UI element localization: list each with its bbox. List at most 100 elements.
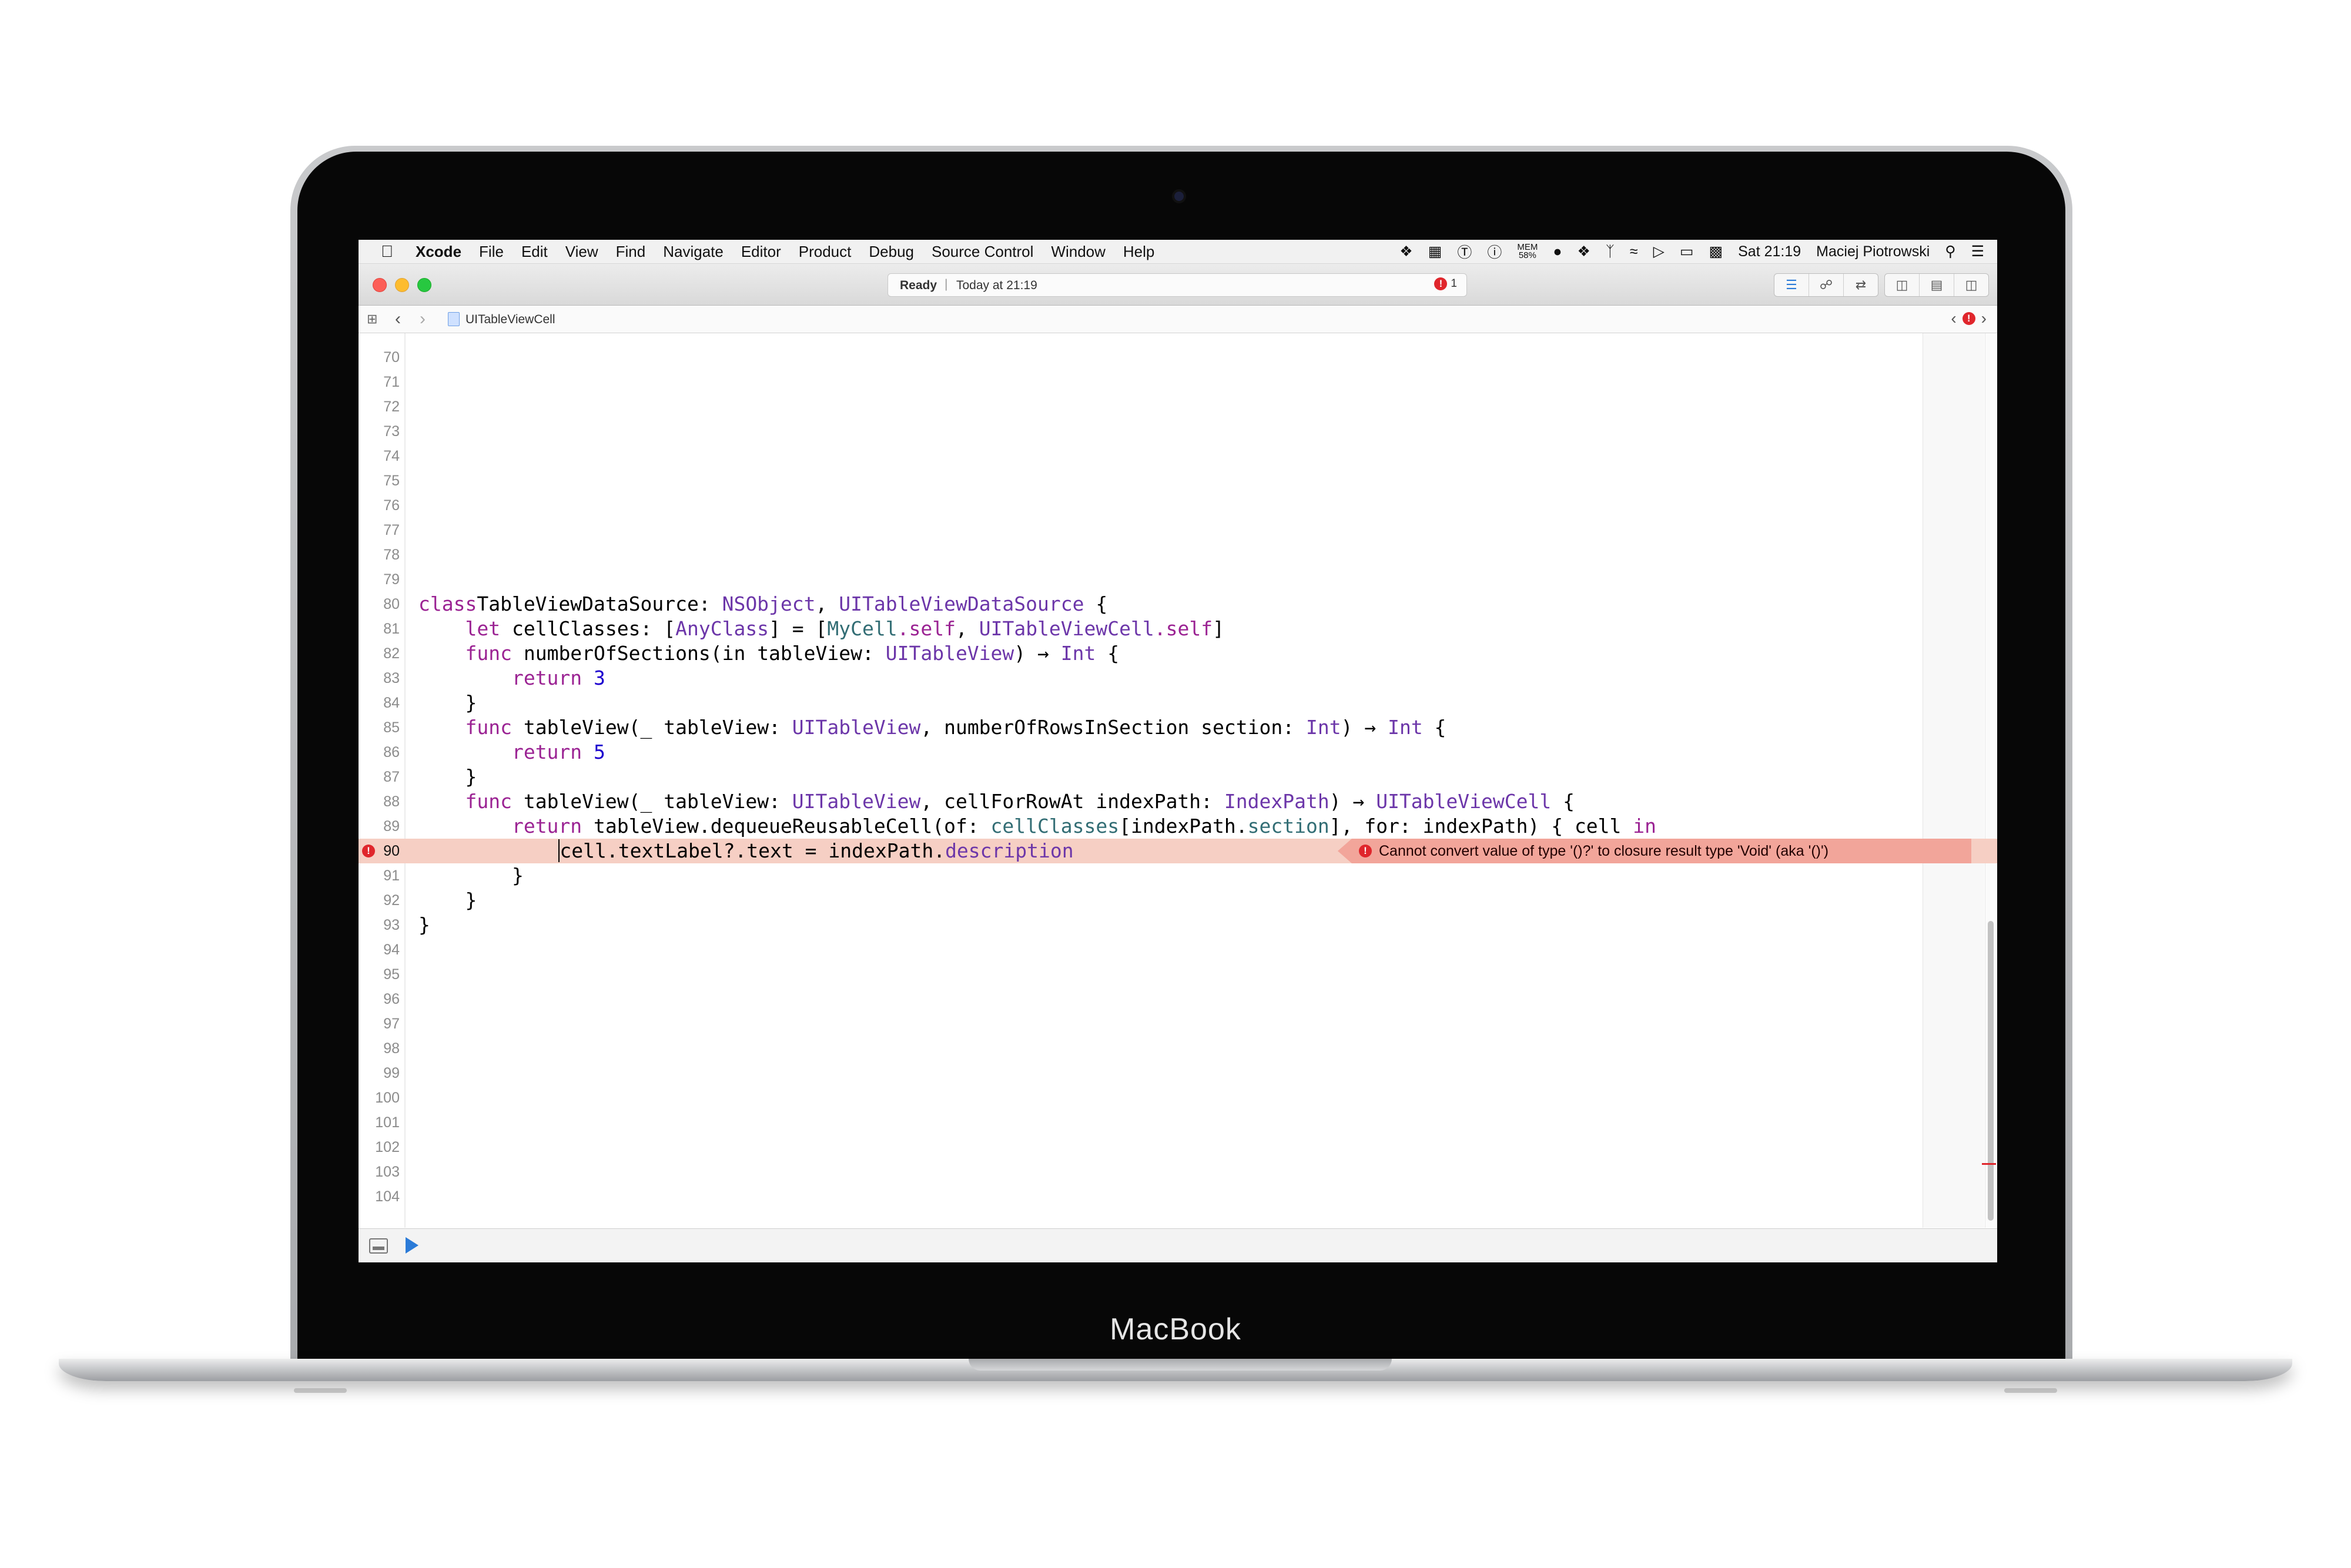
line-number[interactable]: 82: [359, 641, 400, 666]
code-line[interactable]: 104: [359, 1184, 1997, 1209]
volume-icon[interactable]: ▷: [1653, 243, 1665, 260]
display-icon[interactable]: ▩: [1709, 243, 1723, 260]
line-number[interactable]: 104: [359, 1184, 400, 1209]
code-line[interactable]: 88 func tableView(_ tableView: UITableVi…: [359, 789, 1997, 814]
line-number[interactable]: 86: [359, 740, 400, 765]
version-editor-icon[interactable]: ⇄: [1844, 274, 1878, 296]
line-number[interactable]: 75: [359, 468, 400, 493]
code-text[interactable]: }: [418, 691, 477, 715]
line-number[interactable]: 80: [359, 592, 400, 617]
forward-icon[interactable]: ›: [420, 309, 426, 329]
line-number[interactable]: 95: [359, 962, 400, 987]
line-number[interactable]: 78: [359, 542, 400, 567]
code-line[interactable]: 83 return 3: [359, 666, 1997, 691]
menu-source-control[interactable]: Source Control: [932, 243, 1033, 261]
breadcrumb-file[interactable]: UITableViewCell: [465, 313, 555, 327]
code-text[interactable]: return 5: [418, 740, 605, 765]
previous-issue-icon[interactable]: ‹: [1951, 309, 1956, 328]
code-line[interactable]: 77: [359, 518, 1997, 542]
code-line[interactable]: 80 classTableViewDataSource: NSObject, UI…: [359, 592, 1997, 617]
line-number[interactable]: 89: [359, 814, 400, 839]
back-icon[interactable]: ‹: [395, 309, 401, 329]
line-number[interactable]: 99: [359, 1061, 400, 1085]
line-number[interactable]: 84: [359, 691, 400, 715]
related-items-icon[interactable]: ⊞: [367, 311, 377, 327]
line-number[interactable]: 102: [359, 1135, 400, 1160]
menu-edit[interactable]: Edit: [521, 243, 548, 261]
info-icon[interactable]: ⓘ: [1487, 241, 1502, 262]
code-line[interactable]: 97: [359, 1011, 1997, 1036]
code-line[interactable]: 98: [359, 1036, 1997, 1061]
code-line[interactable]: 96: [359, 987, 1997, 1011]
line-number[interactable]: 103: [359, 1160, 400, 1184]
debug-area-toggle-icon[interactable]: ▤: [1920, 274, 1954, 296]
assistant-editor-icon[interactable]: ☍: [1809, 274, 1844, 296]
bluetooth-icon[interactable]: ᛉ: [1606, 243, 1615, 260]
line-number[interactable]: 77: [359, 518, 400, 542]
line-number[interactable]: 74: [359, 444, 400, 468]
dollar-icon[interactable]: Ⓣ: [1457, 241, 1472, 262]
line-number[interactable]: 79: [359, 567, 400, 592]
wifi-icon[interactable]: ≈: [1630, 243, 1638, 260]
code-line[interactable]: 84 }: [359, 691, 1997, 715]
code-line[interactable]: 79: [359, 567, 1997, 592]
error-icon[interactable]: !: [362, 845, 375, 857]
code-line[interactable]: 72: [359, 394, 1997, 419]
menu-app-xcode[interactable]: Xcode: [416, 243, 461, 261]
dropbox-icon[interactable]: ❖: [1399, 243, 1412, 260]
line-number[interactable]: 93: [359, 913, 400, 937]
line-number[interactable]: 94: [359, 937, 400, 962]
line-number[interactable]: 72: [359, 394, 400, 419]
code-line[interactable]: 90! cell.textLabel?.text = indexPath.des…: [359, 839, 1997, 863]
grid-app-icon[interactable]: ▦: [1428, 243, 1442, 260]
menu-window[interactable]: Window: [1051, 243, 1105, 261]
line-number[interactable]: 92: [359, 888, 400, 913]
debug-area-icon[interactable]: [369, 1238, 388, 1254]
user-name[interactable]: Maciej Piotrowski: [1816, 243, 1930, 260]
code-line[interactable]: 93}: [359, 913, 1997, 937]
code-line[interactable]: 86 return 5: [359, 740, 1997, 765]
menu-product[interactable]: Product: [799, 243, 852, 261]
line-number[interactable]: 85: [359, 715, 400, 740]
battery-icon[interactable]: ▭: [1680, 243, 1694, 260]
menu-file[interactable]: File: [479, 243, 504, 261]
search-icon[interactable]: ⚲: [1945, 243, 1955, 260]
run-icon[interactable]: [406, 1237, 418, 1254]
code-line[interactable]: 82 func numberOfSections(in tableView: U…: [359, 641, 1997, 666]
clock[interactable]: Sat 21:19: [1738, 243, 1801, 260]
line-number[interactable]: 70: [359, 345, 400, 370]
line-number[interactable]: 88: [359, 789, 400, 814]
code-line[interactable]: 70: [359, 345, 1997, 370]
code-line[interactable]: 85 func tableView(_ tableView: UITableVi…: [359, 715, 1997, 740]
line-number[interactable]: 76: [359, 493, 400, 518]
code-line[interactable]: 100: [359, 1085, 1997, 1110]
code-line[interactable]: 73: [359, 419, 1997, 444]
code-line[interactable]: 87 }: [359, 765, 1997, 789]
menu-view[interactable]: View: [565, 243, 598, 261]
menu-debug[interactable]: Debug: [869, 243, 914, 261]
inline-error-message[interactable]: ! Cannot convert value of type '()?' to c…: [1338, 839, 1971, 863]
code-text[interactable]: }: [418, 913, 430, 937]
code-line[interactable]: 102: [359, 1135, 1997, 1160]
code-text[interactable]: }: [418, 888, 477, 913]
close-button[interactable]: [373, 278, 387, 292]
error-icon[interactable]: !: [1962, 312, 1975, 325]
menu-navigate[interactable]: Navigate: [663, 243, 724, 261]
code-text[interactable]: let cellClasses: [AnyClass] = [MyCell.se…: [418, 617, 1224, 641]
menu-find[interactable]: Find: [616, 243, 646, 261]
menu-help[interactable]: Help: [1123, 243, 1154, 261]
memory-monitor[interactable]: MEM 58%: [1517, 243, 1538, 260]
code-text[interactable]: }: [418, 863, 524, 888]
line-number[interactable]: 100: [359, 1085, 400, 1110]
line-number[interactable]: 91: [359, 863, 400, 888]
standard-editor-icon[interactable]: ☰: [1774, 274, 1809, 296]
code-line[interactable]: 81 let cellClasses: [AnyClass] = [MyCell…: [359, 617, 1997, 641]
line-number[interactable]: 96: [359, 987, 400, 1011]
code-line[interactable]: 78: [359, 542, 1997, 567]
code-text[interactable]: func tableView(_ tableView: UITableView,…: [418, 789, 1574, 814]
moon-icon[interactable]: ●: [1553, 243, 1562, 260]
code-line[interactable]: 76: [359, 493, 1997, 518]
source-editor[interactable]: 70 71 72 73 74 75 76 77 78 79 80 classTableViewData…: [359, 333, 1997, 1228]
code-text[interactable]: cell.textLabel?.text = indexPath.descrip…: [418, 839, 1074, 863]
vpn-icon[interactable]: ❖: [1577, 243, 1590, 260]
